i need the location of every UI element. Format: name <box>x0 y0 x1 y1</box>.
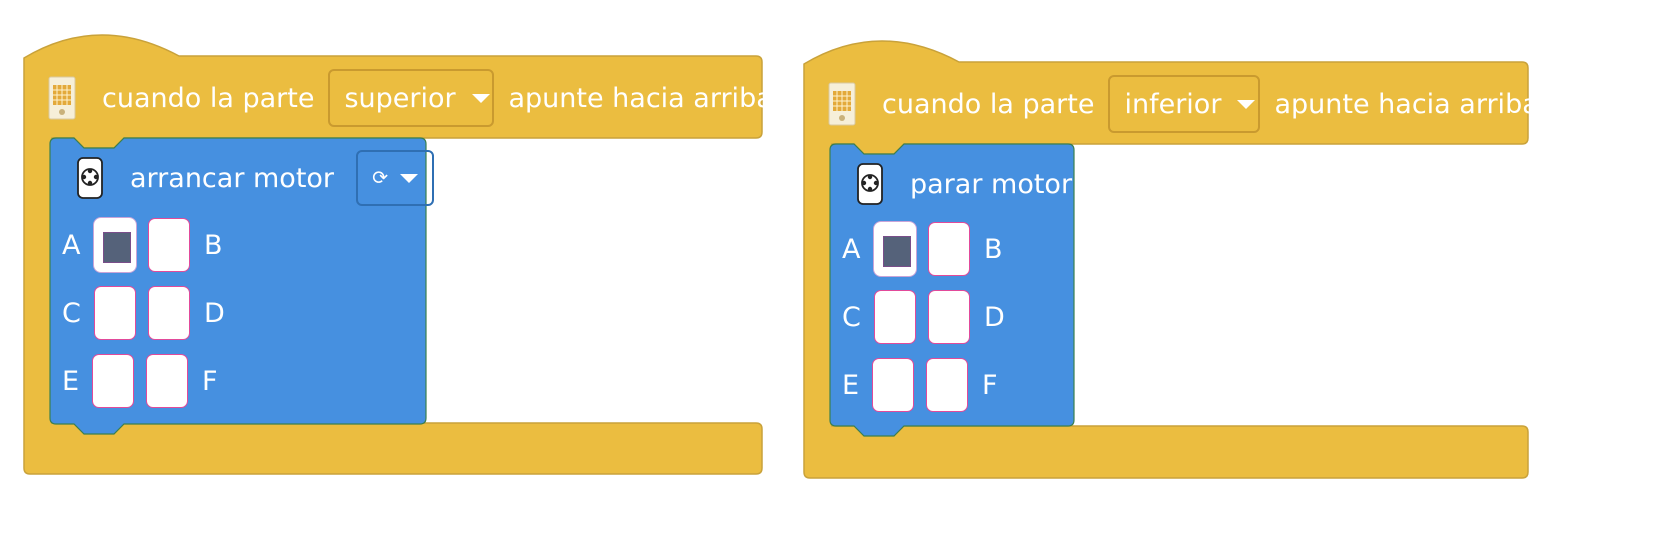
motor-icon <box>76 156 104 200</box>
port-f-toggle[interactable] <box>926 358 968 412</box>
port-label-a: A <box>62 230 81 261</box>
matrix-board-icon <box>48 76 76 120</box>
hat-prefix-label: cuando la parte <box>102 82 315 114</box>
part-dropdown-value: superior <box>344 82 456 114</box>
port-label-b: B <box>984 234 1003 265</box>
port-label-e: E <box>62 366 80 397</box>
port-d-toggle[interactable] <box>148 286 190 340</box>
port-b-toggle[interactable] <box>148 218 190 272</box>
part-dropdown[interactable]: superior <box>328 69 495 127</box>
motor-block-header: arrancar motor ⟳ <box>76 150 435 206</box>
matrix-board-icon <box>828 82 856 126</box>
hat-prefix-label: cuando la parte <box>882 88 1095 120</box>
chevron-down-icon <box>399 173 418 183</box>
port-d-toggle[interactable] <box>928 290 970 344</box>
part-dropdown-value: inferior <box>1124 88 1222 120</box>
port-label-d: D <box>204 298 225 329</box>
port-a-toggle[interactable] <box>94 218 136 272</box>
motor-icon <box>856 162 884 206</box>
port-c-toggle[interactable] <box>874 290 916 344</box>
part-dropdown[interactable]: inferior <box>1108 75 1261 133</box>
port-label-c: C <box>62 298 81 329</box>
port-c-toggle[interactable] <box>94 286 136 340</box>
chevron-down-icon <box>1237 99 1256 109</box>
motor-block-header: parar motor <box>856 156 1072 212</box>
port-label-c: C <box>842 302 861 333</box>
port-label-f: F <box>982 370 998 401</box>
hat-suffix-label: apunte hacia arriba <box>1274 88 1539 120</box>
chevron-down-icon <box>471 93 490 103</box>
port-e-toggle[interactable] <box>92 354 134 408</box>
rotate-icon: ⟳ <box>372 167 388 189</box>
port-b-toggle[interactable] <box>928 222 970 276</box>
direction-dropdown[interactable]: ⟳ <box>356 150 435 206</box>
script-2[interactable]: cuando la parte inferior apunte hacia ar… <box>803 34 1539 484</box>
hat-row: cuando la parte superior apunte hacia ar… <box>48 69 773 127</box>
port-a-toggle[interactable] <box>874 222 916 276</box>
port-e-toggle[interactable] <box>872 358 914 412</box>
port-label-a: A <box>842 234 861 265</box>
port-f-toggle[interactable] <box>146 354 188 408</box>
hat-row: cuando la parte inferior apunte hacia ar… <box>828 75 1539 133</box>
motor-block-label: arrancar motor <box>130 162 335 194</box>
script-1[interactable]: cuando la parte superior apunte hacia ar… <box>23 28 773 478</box>
port-label-d: D <box>984 302 1005 333</box>
port-label-f: F <box>202 366 218 397</box>
port-label-b: B <box>204 230 223 261</box>
motor-block-label: parar motor <box>910 168 1073 200</box>
hat-suffix-label: apunte hacia arriba <box>508 82 773 114</box>
port-label-e: E <box>842 370 860 401</box>
